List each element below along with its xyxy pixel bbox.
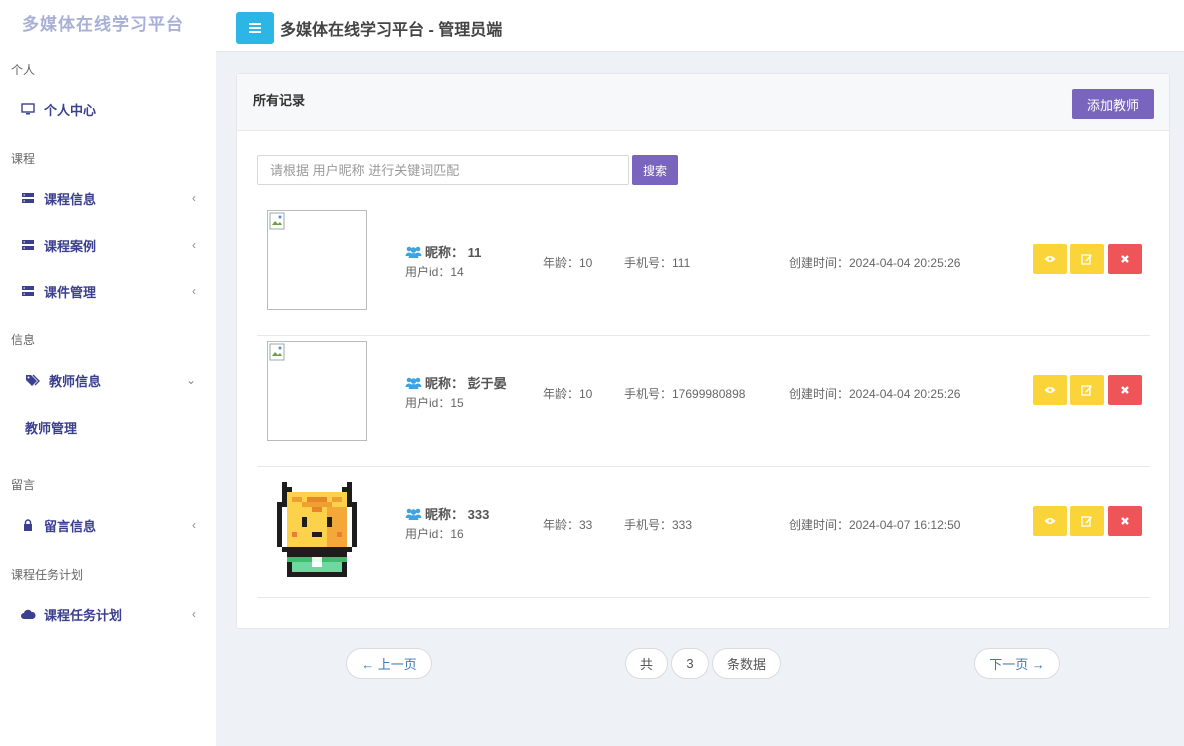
sidebar-item-course-plan[interactable]: 课程任务计划 ‹ — [0, 599, 216, 629]
user-id: 用户id：16 — [405, 527, 464, 541]
nickname: 昵称： 333 — [405, 504, 489, 523]
server-icon — [20, 190, 36, 206]
card-header: 所有记录 添加教师 — [237, 74, 1169, 131]
table-row: 昵称： 333 用户id：16 年龄：33 手机号：333 创建时间：2024-… — [257, 467, 1150, 598]
sidebar-item-label: 课程任务计划 — [44, 607, 123, 623]
sidebar-item-course-info[interactable]: 课程信息 ‹ — [0, 183, 216, 213]
view-button[interactable] — [1033, 375, 1067, 405]
server-icon — [20, 237, 36, 253]
users-icon — [405, 508, 422, 520]
eye-icon — [1044, 518, 1056, 524]
close-icon — [1121, 386, 1129, 394]
chevron-left-icon: ‹ — [192, 238, 196, 252]
search-input[interactable] — [257, 155, 629, 185]
sidebar-item-label: 课程信息 — [44, 191, 97, 207]
view-button[interactable] — [1033, 506, 1067, 536]
created-time: 创建时间：2024-04-04 20:25:26 — [789, 256, 961, 270]
age: 年龄：10 — [543, 387, 593, 401]
user-id: 用户id：14 — [405, 265, 464, 279]
section-info: 信息 — [11, 333, 36, 347]
sidebar-item-label: 教师信息 — [49, 373, 102, 389]
records-card: 所有记录 添加教师 搜索 昵称： 11 用户id：14 年龄：10 手机号：11… — [236, 73, 1170, 629]
avatar — [267, 210, 367, 310]
lock-icon — [20, 517, 36, 533]
chevron-left-icon: ‹ — [192, 191, 196, 205]
created-time: 创建时间：2024-04-04 20:25:26 — [789, 387, 961, 401]
section-plan: 课程任务计划 — [11, 568, 84, 582]
sidebar-item-course-case[interactable]: 课程案例 ‹ — [0, 230, 216, 260]
card-title: 所有记录 — [253, 93, 306, 108]
avatar — [277, 482, 357, 577]
nickname: 昵称： 彭于晏 — [405, 373, 507, 392]
sidebar-item-label: 课程案例 — [44, 238, 97, 254]
edit-icon — [1081, 385, 1092, 396]
edit-button[interactable] — [1070, 375, 1104, 405]
age: 年龄：10 — [543, 256, 593, 270]
hamburger-icon — [249, 27, 261, 29]
nickname: 昵称： 11 — [405, 242, 481, 261]
sidebar-item-personal-center[interactable]: 个人中心 — [0, 94, 216, 124]
sidebar-item-label: 教师管理 — [25, 420, 78, 436]
table-row: 昵称： 彭于晏 用户id：15 年龄：10 手机号：17699980898 创建… — [257, 336, 1150, 467]
created-time: 创建时间：2024-04-07 16:12:50 — [789, 518, 961, 532]
server-icon — [20, 283, 36, 299]
users-icon — [405, 246, 422, 258]
chevron-down-icon: ⌄ — [185, 373, 196, 387]
edit-icon — [1081, 254, 1092, 265]
chevron-left-icon: ‹ — [192, 518, 196, 532]
delete-button[interactable] — [1108, 244, 1142, 274]
menu-toggle-button[interactable] — [236, 12, 274, 44]
table-row: 昵称： 11 用户id：14 年龄：10 手机号：111 创建时间：2024-0… — [257, 205, 1150, 336]
page-title: 多媒体在线学习平台 - 管理员端 — [280, 22, 503, 39]
sidebar-item-teacher-manage[interactable]: 教师管理 — [0, 412, 216, 442]
sidebar-item-message-info[interactable]: 留言信息 ‹ — [0, 510, 216, 540]
total-suffix: 条数据 — [712, 648, 781, 679]
sidebar-item-teacher-info[interactable]: 教师信息 ⌄ — [0, 365, 216, 395]
delete-button[interactable] — [1108, 375, 1142, 405]
eye-icon — [1044, 387, 1056, 393]
monitor-icon — [20, 101, 36, 117]
phone: 手机号：17699980898 — [624, 387, 746, 401]
delete-button[interactable] — [1108, 506, 1142, 536]
sidebar-item-label: 留言信息 — [44, 518, 97, 534]
chevron-left-icon: ‹ — [192, 607, 196, 621]
phone: 手机号：111 — [624, 256, 691, 270]
users-icon — [405, 377, 422, 389]
tags-icon — [25, 372, 41, 388]
edit-button[interactable] — [1070, 244, 1104, 274]
sidebar-item-label: 个人中心 — [44, 102, 97, 118]
app-logo: 多媒体在线学习平台 — [22, 15, 184, 34]
close-icon — [1121, 517, 1129, 525]
prev-page-button[interactable]: ← 上一页 — [346, 648, 432, 679]
next-page-button[interactable]: 下一页 → — [974, 648, 1060, 679]
section-course: 课程 — [11, 152, 36, 166]
total-count: 3 — [671, 648, 709, 679]
cloud-icon — [20, 606, 36, 622]
chevron-left-icon: ‹ — [192, 284, 196, 298]
search-button[interactable]: 搜索 — [632, 155, 678, 185]
broken-image-icon — [269, 212, 285, 230]
eye-icon — [1044, 256, 1056, 262]
broken-image-icon — [269, 343, 285, 361]
edit-icon — [1081, 516, 1092, 527]
age: 年龄：33 — [543, 518, 593, 532]
section-personal: 个人 — [11, 63, 36, 77]
sidebar: 多媒体在线学习平台 个人 个人中心 课程 课程信息 ‹ 课程案例 ‹ 课件管理 … — [0, 0, 216, 746]
close-icon — [1121, 255, 1129, 263]
avatar — [267, 341, 367, 441]
sidebar-item-courseware[interactable]: 课件管理 ‹ — [0, 276, 216, 306]
edit-button[interactable] — [1070, 506, 1104, 536]
add-teacher-button[interactable]: 添加教师 — [1072, 89, 1154, 119]
top-bar: 多媒体在线学习平台 - 管理员端 — [216, 0, 1184, 52]
user-id: 用户id：15 — [405, 396, 464, 410]
section-message: 留言 — [11, 478, 36, 492]
view-button[interactable] — [1033, 244, 1067, 274]
total-prefix: 共 — [625, 648, 668, 679]
sidebar-item-label: 课件管理 — [44, 284, 97, 300]
phone: 手机号：333 — [624, 518, 693, 532]
